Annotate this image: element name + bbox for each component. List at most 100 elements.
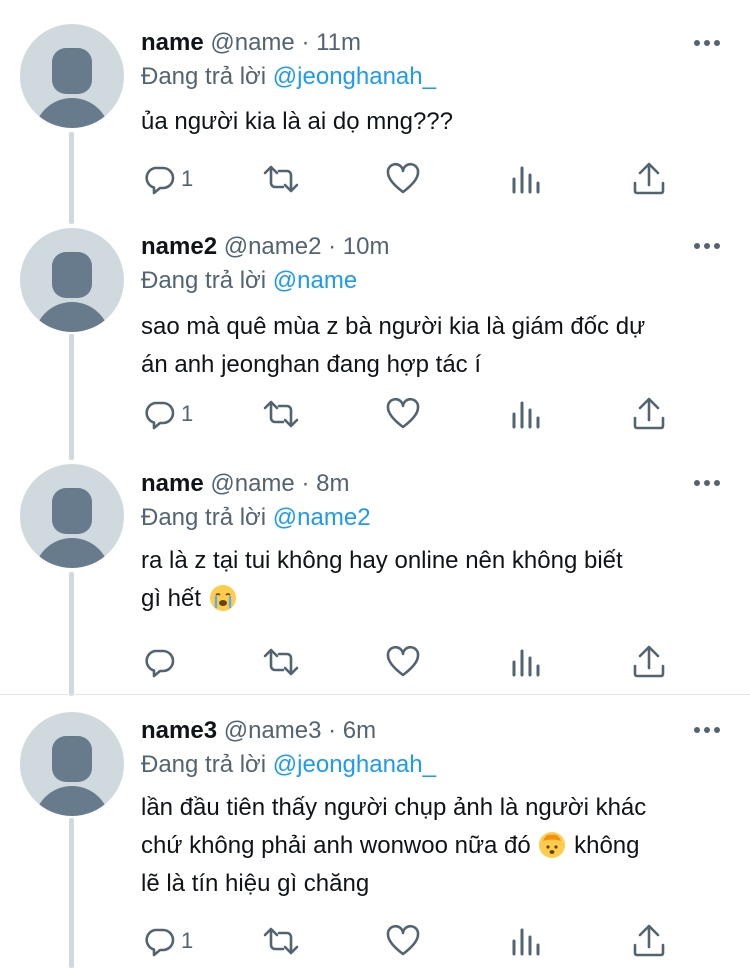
reply-icon: [145, 166, 175, 195]
tweet-text-line: ra là z tại tui không hay online nên khô…: [141, 547, 623, 574]
share-icon: [633, 397, 665, 430]
tweet[interactable]: name3 @name3 · 6m Đang trả lời @jeonghan…: [0, 695, 750, 968]
display-name[interactable]: name: [141, 29, 204, 56]
retweet-icon: [263, 648, 299, 676]
tweet-text-line: chứ không phải anh wonwoo nữa đó không: [141, 827, 731, 865]
avatar[interactable]: [20, 24, 124, 128]
reply-button[interactable]: [141, 644, 201, 680]
replying-to: Đang trả lời @jeonghanah_: [141, 62, 436, 92]
replying-prefix: Đang trả lời: [141, 63, 267, 90]
retweet-icon: [263, 927, 299, 955]
reply-count: 1: [181, 401, 194, 426]
retweet-icon: [263, 400, 299, 428]
tweet[interactable]: name @name · 11m Đang trả lời @jeonghana…: [0, 0, 750, 220]
tweet-text-fragment: gì hết: [141, 585, 202, 612]
retweet-button[interactable]: [261, 161, 301, 197]
more-icon[interactable]: [694, 476, 724, 490]
like-button[interactable]: [385, 396, 421, 432]
replying-to: Đang trả lời @name: [141, 266, 357, 296]
tweet[interactable]: name @name · 8m Đang trả lời @name2 ra l…: [0, 460, 750, 694]
views-button[interactable]: [509, 923, 545, 959]
retweet-button[interactable]: [261, 396, 301, 432]
heart-icon: [386, 162, 420, 194]
tweet-text-line: lẽ là tín hiệu gì chăng: [141, 870, 370, 897]
tweet-text-line: sao mà quê mùa z bà người kia là giám đố…: [141, 313, 646, 340]
tweet-text-fragment: không: [574, 832, 640, 859]
tweet-text-line: gì hết: [141, 580, 731, 618]
retweet-button[interactable]: [261, 923, 301, 959]
replying-to: Đang trả lời @jeonghanah_: [141, 750, 436, 780]
share-button[interactable]: [631, 161, 667, 197]
display-name[interactable]: name3: [141, 717, 217, 744]
reply-button[interactable]: 1: [141, 161, 201, 197]
heart-icon: [386, 924, 420, 956]
mention-link[interactable]: @name2: [273, 504, 371, 531]
tweet-text-line: án anh jeonghan đang hợp tác í: [141, 351, 482, 378]
avatar[interactable]: [20, 464, 124, 568]
reply-icon: [145, 401, 175, 430]
tweet-text: ủa người kia là ai dọ mng???: [141, 103, 731, 141]
more-icon[interactable]: [694, 239, 724, 253]
like-button[interactable]: [385, 161, 421, 197]
analytics-icon: [512, 649, 540, 677]
replying-prefix: Đang trả lời: [141, 751, 267, 778]
views-button[interactable]: [509, 396, 545, 432]
handle-time: @name · 11m: [210, 29, 362, 56]
replying-to: Đang trả lời @name2: [141, 503, 371, 533]
avatar[interactable]: [20, 228, 124, 332]
views-button[interactable]: [509, 644, 545, 680]
mention-link[interactable]: @jeonghanah_: [273, 63, 436, 90]
tweet-header: name2 @name2 · 10m: [141, 232, 389, 262]
exploding-head-emoji: [539, 832, 566, 858]
more-icon[interactable]: [694, 36, 724, 50]
action-bar: [141, 644, 741, 680]
share-button[interactable]: [631, 923, 667, 959]
tweet-header: name @name · 8m: [141, 469, 349, 499]
crying-face-emoji: [209, 585, 236, 611]
handle-time: @name · 8m: [210, 470, 350, 497]
retweet-button[interactable]: [261, 644, 301, 680]
reply-count: 1: [181, 928, 194, 953]
tweet-text-fragment: chứ không phải anh wonwoo nữa đó: [141, 832, 531, 859]
analytics-icon: [512, 401, 540, 429]
reply-button[interactable]: 1: [141, 923, 201, 959]
views-button[interactable]: [509, 161, 545, 197]
display-name[interactable]: name2: [141, 233, 217, 260]
reply-button[interactable]: 1: [141, 396, 201, 432]
tweet-header: name @name · 11m: [141, 28, 361, 58]
tweet[interactable]: name2 @name2 · 10m Đang trả lời @name sa…: [0, 220, 750, 460]
like-button[interactable]: [385, 923, 421, 959]
heart-icon: [386, 645, 420, 677]
replying-prefix: Đang trả lời: [141, 504, 267, 531]
analytics-icon: [512, 166, 540, 194]
share-icon: [633, 162, 665, 195]
heart-icon: [386, 397, 420, 429]
handle-time: @name2 · 10m: [223, 233, 390, 260]
reply-icon: [145, 928, 175, 957]
more-icon[interactable]: [694, 723, 724, 737]
mention-link[interactable]: @jeonghanah_: [273, 751, 436, 778]
reply-count: 1: [181, 166, 194, 191]
mention-link[interactable]: @name: [273, 267, 357, 294]
retweet-icon: [263, 165, 299, 193]
share-button[interactable]: [631, 396, 667, 432]
avatar[interactable]: [20, 712, 124, 816]
action-bar: 1: [141, 396, 741, 432]
tweet-text: lần đầu tiên thấy người chụp ảnh là ngườ…: [141, 789, 731, 903]
share-button[interactable]: [631, 644, 667, 680]
like-button[interactable]: [385, 644, 421, 680]
tweet-text: sao mà quê mùa z bà người kia là giám đố…: [141, 308, 731, 384]
share-icon: [633, 645, 665, 678]
action-bar: 1: [141, 923, 741, 959]
share-icon: [633, 924, 665, 957]
action-bar: 1: [141, 161, 741, 197]
tweet-text-line: lần đầu tiên thấy người chụp ảnh là ngườ…: [141, 794, 647, 821]
tweet-header: name3 @name3 · 6m: [141, 716, 376, 746]
analytics-icon: [512, 928, 540, 956]
reply-icon: [145, 649, 175, 678]
tweet-text-line: ủa người kia là ai dọ mng???: [141, 108, 453, 135]
tweet-text: ra là z tại tui không hay online nên khô…: [141, 542, 731, 618]
handle-time: @name3 · 6m: [223, 717, 377, 744]
display-name[interactable]: name: [141, 470, 204, 497]
replying-prefix: Đang trả lời: [141, 267, 267, 294]
